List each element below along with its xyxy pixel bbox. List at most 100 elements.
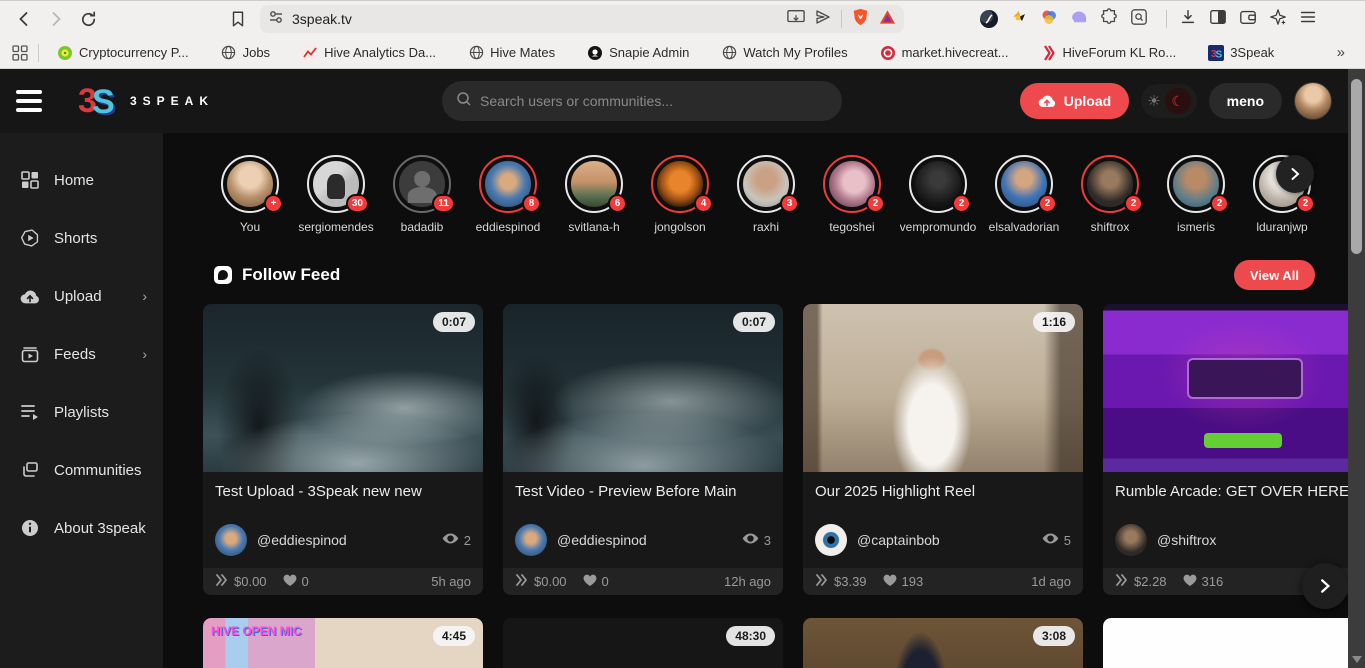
- story-item[interactable]: 2 shiftrox: [1067, 155, 1153, 234]
- sidebar-item[interactable]: Communities: [0, 441, 163, 499]
- video-card[interactable]: 1:16 Our 2025 Highlight Reel @captainbob…: [803, 304, 1083, 595]
- site-header: 3S 3SPEAK Upload ☀ ☾ meno: [0, 69, 1348, 133]
- story-item[interactable]: 4 jongolson: [637, 155, 723, 234]
- back-button[interactable]: [10, 5, 38, 33]
- bookmark-item[interactable]: HiveForum KL Ro...: [1033, 41, 1185, 65]
- story-badge: 2: [1038, 194, 1057, 213]
- story-name: vempromundo: [899, 220, 977, 234]
- story-name: jongolson: [654, 220, 706, 234]
- sidebar-item[interactable]: Shorts: [0, 209, 163, 267]
- story-name: badadib: [400, 220, 444, 234]
- story-item[interactable]: 2 vempromundo: [895, 155, 981, 234]
- view-all-button[interactable]: View All: [1233, 260, 1315, 290]
- author-name[interactable]: @captainbob: [857, 532, 940, 548]
- bookmark-item[interactable]: Hive Mates: [460, 41, 563, 65]
- chevron-right-icon: ›: [142, 346, 147, 362]
- story-item[interactable]: + You: [207, 155, 293, 234]
- sidebar-item[interactable]: About 3speak: [0, 499, 163, 557]
- bookmark-item[interactable]: market.hivecreat...: [872, 41, 1017, 65]
- author-avatar[interactable]: [515, 524, 547, 556]
- forward-button[interactable]: [42, 5, 70, 33]
- bookmarks-overflow-icon[interactable]: »: [1329, 42, 1353, 63]
- video-card[interactable]: HIVE OPEN MIC 4:45: [203, 618, 483, 668]
- views-count: 2: [463, 532, 471, 548]
- author-name[interactable]: @shiftrox: [1157, 532, 1216, 548]
- page-scrollbar[interactable]: [1348, 69, 1365, 668]
- author-name[interactable]: @eddiespinod: [257, 532, 347, 548]
- feeds-icon: [20, 344, 40, 364]
- globe-icon: [721, 45, 737, 61]
- extensions-puzzle-icon[interactable]: [1100, 7, 1118, 31]
- story-item[interactable]: 2 elsalvadorian: [981, 155, 1067, 234]
- scrollbar-down-arrow[interactable]: [1352, 656, 1362, 663]
- scrollbar-thumb[interactable]: [1351, 79, 1362, 254]
- story-item[interactable]: 3 raxhi: [723, 155, 809, 234]
- extension-phantom-icon[interactable]: [1070, 8, 1088, 31]
- author-avatar[interactable]: [1115, 524, 1147, 556]
- apps-grid-icon[interactable]: [12, 44, 28, 61]
- menu-icon[interactable]: [1299, 8, 1317, 31]
- sidebar-item[interactable]: Home: [0, 151, 163, 209]
- video-card[interactable]: Shavon 3:08: [803, 618, 1083, 668]
- story-item[interactable]: 2 ismeris: [1153, 155, 1239, 234]
- search-box-icon[interactable]: [1130, 8, 1148, 31]
- follow-feed-icon: [214, 266, 232, 284]
- leo-ai-icon[interactable]: [1269, 8, 1287, 31]
- send-tab-icon[interactable]: [815, 9, 831, 30]
- cast-icon[interactable]: [787, 9, 805, 30]
- author-avatar[interactable]: [215, 524, 247, 556]
- bookmark-item[interactable]: Cryptocurrency P...: [49, 41, 197, 65]
- address-bar[interactable]: 3speak.tv: [260, 5, 904, 33]
- story-item[interactable]: 2 tegoshei: [809, 155, 895, 234]
- likes-count: 316: [1201, 574, 1224, 589]
- search-input[interactable]: [480, 93, 829, 109]
- story-item[interactable]: 6 svitlana-h: [551, 155, 637, 234]
- story-item[interactable]: 8 eddiespinod: [465, 155, 551, 234]
- extension-bird-icon[interactable]: [1010, 8, 1028, 31]
- extension-audio-icon[interactable]: [980, 10, 998, 28]
- story-badge: 11: [432, 194, 455, 213]
- grid-next-button[interactable]: [1302, 563, 1348, 609]
- video-card[interactable]: 0:07 Test Upload - 3Speak new new @eddie…: [203, 304, 483, 595]
- video-card[interactable]: Rumble Arcade: GET OVER HERE! @shiftrox: [1103, 304, 1348, 595]
- hamburger-menu-icon[interactable]: [16, 86, 50, 116]
- user-avatar[interactable]: [1294, 82, 1332, 120]
- upload-button[interactable]: Upload: [1019, 83, 1130, 119]
- brave-rewards-icon[interactable]: [879, 9, 896, 30]
- story-name: raxhi: [752, 220, 779, 234]
- sidebar-item[interactable]: Playlists: [0, 383, 163, 441]
- reload-button[interactable]: [74, 5, 102, 33]
- video-card[interactable]: HIGHWAY 43: [1103, 618, 1348, 668]
- story-item[interactable]: 30 sergiomendes: [293, 155, 379, 234]
- sidebar-toggle-icon[interactable]: [1209, 8, 1227, 31]
- author-avatar[interactable]: [815, 524, 847, 556]
- downloads-icon[interactable]: [1179, 8, 1197, 31]
- site-settings-icon[interactable]: [268, 9, 284, 30]
- brave-shield-icon[interactable]: [852, 8, 869, 31]
- bookmark-item[interactable]: Snapie Admin: [579, 41, 697, 65]
- bookmark-item[interactable]: Jobs: [213, 41, 278, 65]
- sidebar-item[interactable]: Upload ›: [0, 267, 163, 325]
- bookmark-item[interactable]: Hive Analytics Da...: [294, 41, 444, 65]
- duration-badge: 0:07: [432, 312, 475, 332]
- bookmark-item[interactable]: Watch My Profiles: [713, 41, 855, 65]
- duration-badge: 0:07: [732, 312, 775, 332]
- video-card[interactable]: 0:07 Test Video - Preview Before Main @e…: [503, 304, 783, 595]
- bookmark-icon[interactable]: [224, 5, 252, 33]
- video-card[interactable]: 48:30: [503, 618, 783, 668]
- extension-colors-icon[interactable]: [1040, 8, 1058, 31]
- bookmark-item[interactable]: 3S 3Speak: [1200, 41, 1282, 65]
- video-title: Our 2025 Highlight Reel: [815, 483, 976, 500]
- username-button[interactable]: meno: [1208, 83, 1282, 119]
- author-name[interactable]: @eddiespinod: [557, 532, 647, 548]
- wallet-icon[interactable]: [1239, 8, 1257, 31]
- video-thumbnail: 1:16: [803, 304, 1083, 472]
- story-item[interactable]: 11 badadib: [379, 155, 465, 234]
- search-bar[interactable]: [442, 81, 843, 121]
- stories-next-button[interactable]: [1276, 155, 1314, 193]
- hive-payout-icon: [815, 574, 829, 589]
- likes-heart-icon: [883, 574, 897, 589]
- sidebar-item[interactable]: Feeds ›: [0, 325, 163, 383]
- theme-toggle[interactable]: ☀ ☾: [1141, 84, 1197, 118]
- site-logo[interactable]: 3S 3SPEAK: [78, 84, 214, 119]
